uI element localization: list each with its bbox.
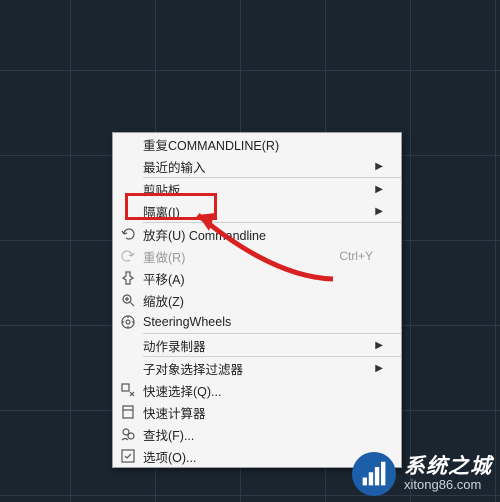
pan-icon [113, 267, 143, 289]
menu-label-pan: 平移(A) [143, 269, 373, 288]
menu-label-subfilter: 子对象选择过滤器 [143, 359, 373, 378]
menu-item-recent[interactable]: 最近的输入▶ [113, 155, 401, 177]
submenu-arrow-icon: ▶ [373, 184, 383, 195]
menu-item-clipboard[interactable]: 剪贴板▶ [113, 178, 401, 200]
menu-item-quicksel[interactable]: 快速选择(Q)... [113, 379, 401, 401]
watermark-title: 系统之城 [404, 455, 492, 478]
find-icon [113, 423, 143, 445]
menu-label-find: 查找(F)... [143, 425, 373, 444]
blank-icon [113, 334, 143, 356]
menu-item-subfilter[interactable]: 子对象选择过滤器▶ [113, 357, 401, 379]
undo-icon [113, 223, 143, 245]
check-icon [113, 445, 143, 467]
menu-item-isolate[interactable]: 隔离(I)▶ [113, 200, 401, 222]
menu-item-repeat[interactable]: 重复COMMANDLINE(R) [113, 133, 401, 155]
watermark: 系统之城 xitong86.com [352, 452, 492, 496]
menu-item-pan[interactable]: 平移(A) [113, 267, 401, 289]
menu-item-actionrec[interactable]: 动作录制器▶ [113, 334, 401, 356]
blank-icon [113, 200, 143, 222]
blank-icon [113, 133, 143, 155]
menu-item-zoom[interactable]: 缩放(Z) [113, 289, 401, 311]
submenu-arrow-icon: ▶ [373, 363, 383, 374]
menu-item-find[interactable]: 查找(F)... [113, 423, 401, 445]
menu-label-abandon: 放弃(U) Commandline [143, 225, 373, 244]
menu-label-steering: SteeringWheels [143, 315, 373, 329]
menu-label-quicksel: 快速选择(Q)... [143, 381, 373, 400]
calc-icon [113, 401, 143, 423]
context-menu: 重复COMMANDLINE(R)最近的输入▶剪贴板▶隔离(I)▶放弃(U) Co… [112, 132, 402, 468]
menu-label-redo: 重做(R) [143, 247, 339, 266]
menu-label-actionrec: 动作录制器 [143, 336, 373, 355]
wheel-icon [113, 311, 143, 333]
menu-label-options: 选项(O)... [143, 447, 373, 466]
menu-item-steering[interactable]: SteeringWheels [113, 311, 401, 333]
menu-label-quickcalc: 快速计算器 [143, 403, 373, 422]
menu-shortcut-redo: Ctrl+Y [339, 249, 373, 263]
menu-item-quickcalc[interactable]: 快速计算器 [113, 401, 401, 423]
zoom-icon [113, 289, 143, 311]
menu-label-recent: 最近的输入 [143, 157, 373, 176]
blank-icon [113, 357, 143, 379]
blank-icon [113, 155, 143, 177]
redo-icon [113, 245, 143, 267]
submenu-arrow-icon: ▶ [373, 161, 383, 172]
quicksel-icon [113, 379, 143, 401]
submenu-arrow-icon: ▶ [373, 206, 383, 217]
blank-icon [113, 178, 143, 200]
menu-label-clipboard: 剪贴板 [143, 180, 373, 199]
watermark-url: xitong86.com [404, 478, 492, 492]
menu-item-abandon[interactable]: 放弃(U) Commandline [113, 223, 401, 245]
watermark-logo-icon [352, 452, 396, 496]
submenu-arrow-icon: ▶ [373, 340, 383, 351]
menu-label-repeat: 重复COMMANDLINE(R) [143, 135, 373, 154]
menu-label-zoom: 缩放(Z) [143, 291, 373, 310]
menu-item-redo: 重做(R)Ctrl+Y [113, 245, 401, 267]
menu-label-isolate: 隔离(I) [143, 202, 373, 221]
